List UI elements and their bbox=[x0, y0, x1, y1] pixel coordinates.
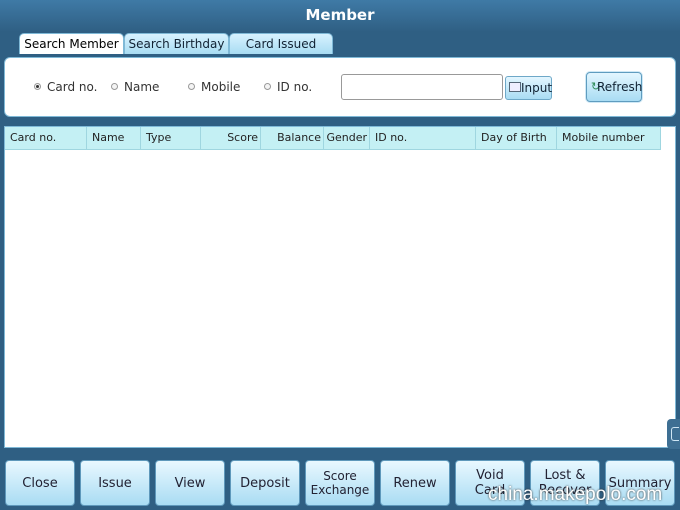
radio-icon bbox=[264, 83, 271, 90]
radio-label: Card no. bbox=[47, 80, 98, 94]
radio-label: ID no. bbox=[277, 80, 313, 94]
refresh-button[interactable]: ↻ Refresh bbox=[586, 72, 642, 102]
col-card-no[interactable]: Card no. bbox=[5, 127, 87, 149]
window-title: Member bbox=[0, 0, 680, 32]
search-input[interactable] bbox=[341, 74, 503, 100]
radio-icon bbox=[188, 83, 195, 90]
issue-button[interactable]: Issue bbox=[80, 460, 150, 506]
watermark: china.makepolo.com bbox=[488, 484, 663, 505]
col-gender[interactable]: Gender bbox=[324, 127, 370, 149]
col-score[interactable]: Score bbox=[201, 127, 261, 149]
radio-label: Name bbox=[124, 80, 160, 94]
input-button-label: Input bbox=[521, 81, 553, 95]
col-balance[interactable]: Balance bbox=[261, 127, 324, 149]
col-name[interactable]: Name bbox=[87, 127, 141, 149]
refresh-button-label: Refresh bbox=[597, 80, 643, 94]
col-mobile-number[interactable]: Mobile number bbox=[557, 127, 661, 149]
tab-search-birthday[interactable]: Search Birthday bbox=[124, 33, 229, 54]
col-id-no[interactable]: ID no. bbox=[370, 127, 476, 149]
radio-selected-icon bbox=[34, 83, 41, 90]
side-scroll-handle[interactable] bbox=[667, 419, 680, 449]
renew-button[interactable]: Renew bbox=[380, 460, 450, 506]
input-button[interactable]: Input bbox=[505, 76, 552, 100]
tab-search-member[interactable]: Search Member bbox=[19, 33, 124, 54]
col-type[interactable]: Type bbox=[141, 127, 201, 149]
radio-id-no[interactable]: ID no. bbox=[264, 80, 312, 94]
radio-name[interactable]: Name bbox=[111, 80, 159, 94]
table-header: Card no. Name Type Score Balance Gender … bbox=[5, 127, 661, 150]
radio-mobile[interactable]: Mobile bbox=[188, 80, 240, 94]
view-button[interactable]: View bbox=[155, 460, 225, 506]
col-day-of-birth[interactable]: Day of Birth bbox=[476, 127, 557, 149]
radio-icon bbox=[111, 83, 118, 90]
tab-card-issued[interactable]: Card Issued bbox=[229, 33, 333, 54]
score-exchange-button[interactable]: Score Exchange bbox=[305, 460, 375, 506]
keyboard-icon bbox=[509, 82, 521, 92]
deposit-button[interactable]: Deposit bbox=[230, 460, 300, 506]
radio-card-no[interactable]: Card no. bbox=[34, 80, 97, 94]
radio-label: Mobile bbox=[201, 80, 241, 94]
member-table: Card no. Name Type Score Balance Gender … bbox=[4, 126, 676, 448]
search-panel: Card no. Name Mobile ID no. Input ↻ Refr… bbox=[4, 57, 676, 117]
close-button[interactable]: Close bbox=[5, 460, 75, 506]
